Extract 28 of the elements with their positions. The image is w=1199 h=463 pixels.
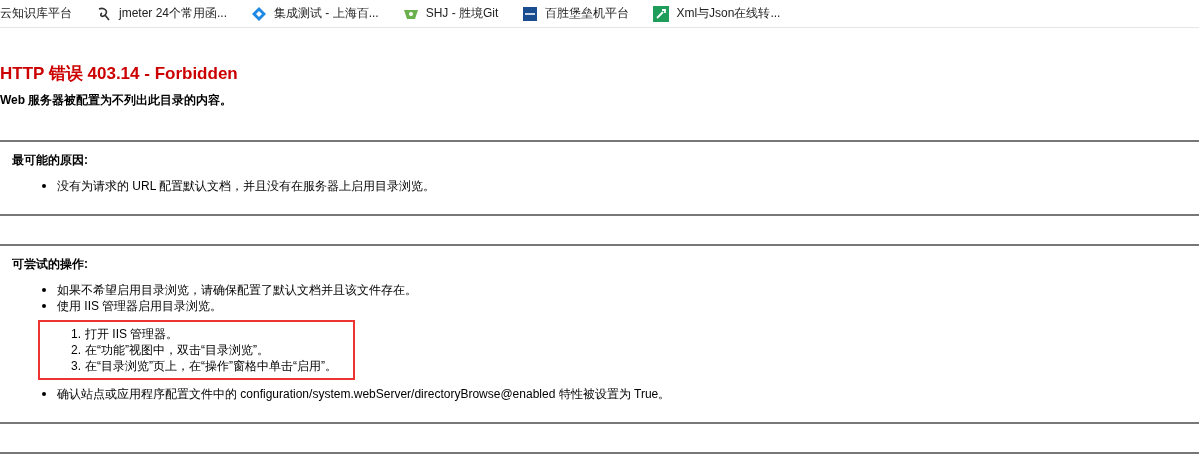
list-item-text: 没有为请求的 URL 配置默认文档，并且没有在服务器上启用目录浏览。 [57, 179, 436, 193]
step-number: 2. [70, 342, 81, 358]
list-item-text: 使用 IIS 管理器启用目录浏览。 [57, 299, 223, 313]
bullet-icon [42, 304, 46, 308]
logo-tile-icon [522, 5, 539, 22]
step-text: 在“目录浏览”页上，在“操作”窗格中单击“启用”。 [85, 358, 337, 374]
error-description: Web 服务器被配置为不列出此目录的内容。 [0, 92, 234, 108]
diamond-icon [251, 5, 268, 22]
bookmark[interactable]: 云知识库平台 [0, 5, 72, 22]
section-heading: 可尝试的操作: [12, 256, 89, 272]
step-text: 在“功能”视图中，双击“目录浏览”。 [85, 342, 269, 358]
step-text: 打开 IIS 管理器。 [85, 326, 179, 342]
step-number: 1. [70, 326, 81, 342]
bookmark[interactable]: 集成测试 - 上海百... [251, 5, 379, 22]
bookmark[interactable]: jmeter 24个常用函... [96, 5, 228, 22]
bookmark[interactable]: Xml与Json在线转... [653, 5, 781, 22]
bullet-icon [42, 184, 46, 188]
wrench-icon [653, 5, 670, 22]
bullet-icon [42, 288, 46, 292]
bullet-icon [42, 392, 46, 396]
bookmark[interactable]: 百胜堡垒机平台 [522, 5, 630, 22]
list-item-text: 如果不希望启用目录浏览，请确保配置了默认文档并且该文件存在。 [57, 283, 417, 297]
bookmark[interactable]: SHJ - 胜境Git [402, 5, 499, 22]
section-heading: 最可能的原因: [12, 152, 89, 168]
list-item-text: 确认站点或应用程序配置文件中的 configuration/system.webServer/directoryBrowse@enabled 特性被设置为 True。 [57, 387, 671, 401]
swirl-icon [96, 5, 112, 22]
error-title: HTTP 错误 403.14 - Forbidden [0, 64, 239, 84]
step-number: 3. [70, 358, 81, 374]
